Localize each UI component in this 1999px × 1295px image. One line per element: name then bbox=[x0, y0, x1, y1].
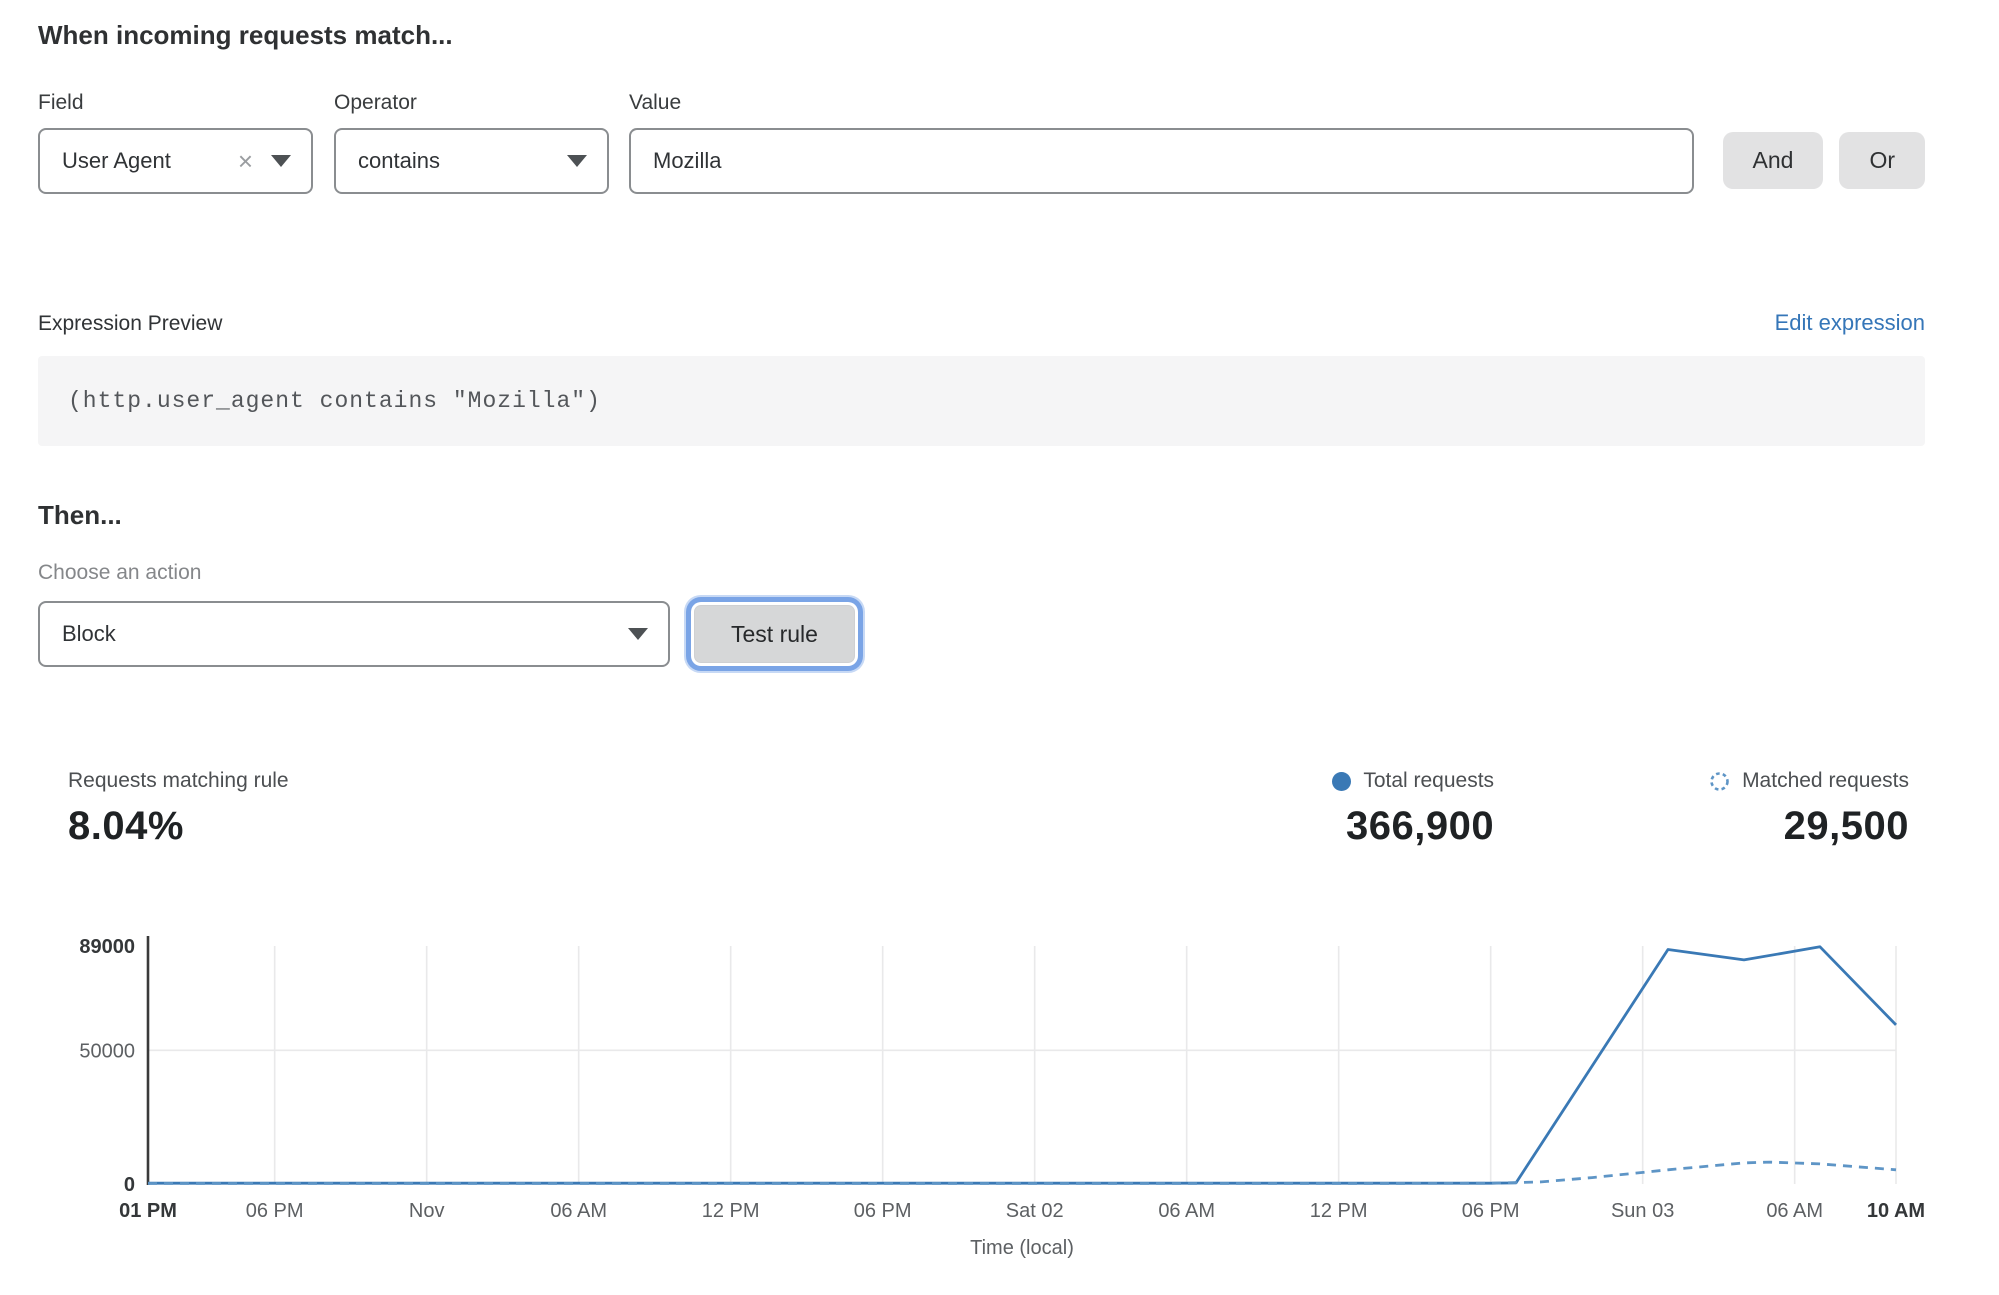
test-rule-button[interactable]: Test rule bbox=[694, 605, 855, 663]
stat-matched-label: Matched requests bbox=[1742, 769, 1909, 793]
svg-text:12 PM: 12 PM bbox=[1310, 1200, 1368, 1222]
rule-condition-row: Field User Agent × Operator contains Val… bbox=[38, 91, 1925, 194]
svg-text:Time (local): Time (local) bbox=[970, 1237, 1074, 1259]
field-select[interactable]: User Agent × bbox=[38, 128, 313, 194]
value-column: Value bbox=[629, 91, 1694, 194]
action-select-value: Block bbox=[62, 621, 116, 647]
logic-buttons: And Or bbox=[1723, 132, 1926, 189]
svg-text:0: 0 bbox=[124, 1174, 135, 1196]
or-button[interactable]: Or bbox=[1839, 132, 1925, 189]
chevron-down-icon[interactable] bbox=[271, 155, 291, 167]
expression-preview-label: Expression Preview bbox=[38, 312, 222, 336]
operator-column: Operator contains bbox=[334, 91, 609, 194]
operator-label: Operator bbox=[334, 91, 609, 115]
expression-code-box: (http.user_agent contains "Mozilla") bbox=[38, 356, 1925, 446]
stat-matching-label: Requests matching rule bbox=[68, 769, 1332, 793]
section-heading-then: Then... bbox=[38, 500, 1925, 531]
stat-total-value: 366,900 bbox=[1332, 804, 1494, 849]
svg-text:06 PM: 06 PM bbox=[854, 1200, 912, 1222]
svg-text:10 AM: 10 AM bbox=[1867, 1200, 1925, 1222]
firewall-rule-editor: When incoming requests match... Field Us… bbox=[0, 0, 1999, 1279]
clear-field-icon[interactable]: × bbox=[238, 148, 253, 174]
value-label: Value bbox=[629, 91, 1694, 115]
choose-action-label: Choose an action bbox=[38, 561, 1925, 585]
chevron-down-icon[interactable] bbox=[628, 628, 648, 640]
and-button[interactable]: And bbox=[1723, 132, 1824, 189]
chevron-down-icon[interactable] bbox=[567, 155, 587, 167]
section-heading-match: When incoming requests match... bbox=[38, 20, 1925, 51]
expression-code: (http.user_agent contains "Mozilla") bbox=[68, 388, 601, 414]
operator-select[interactable]: contains bbox=[334, 128, 609, 194]
expression-preview-header: Expression Preview Edit expression bbox=[38, 310, 1925, 336]
stat-total-requests: Total requests 366,900 bbox=[1332, 769, 1494, 849]
value-input[interactable] bbox=[629, 128, 1694, 194]
requests-chart-container: 0 50000 89000 01 PM 06 PM Nov 06 AM 12 PM 06 PM S… bbox=[0, 924, 1999, 1279]
svg-text:01 PM: 01 PM bbox=[119, 1200, 177, 1222]
svg-text:06 PM: 06 PM bbox=[1462, 1200, 1520, 1222]
stat-matched-requests: Matched requests 29,500 bbox=[1709, 769, 1909, 849]
field-column: Field User Agent × bbox=[38, 91, 313, 194]
svg-text:06 PM: 06 PM bbox=[246, 1200, 304, 1222]
stat-matching-value: 8.04% bbox=[68, 804, 1332, 849]
requests-time-series-chart: 0 50000 89000 01 PM 06 PM Nov 06 AM 12 PM 06 PM S… bbox=[0, 924, 1999, 1279]
action-select[interactable]: Block bbox=[38, 601, 670, 667]
svg-text:06 AM: 06 AM bbox=[1766, 1200, 1823, 1222]
field-label: Field bbox=[38, 91, 313, 115]
svg-text:06 AM: 06 AM bbox=[1158, 1200, 1215, 1222]
svg-text:12 PM: 12 PM bbox=[702, 1200, 760, 1222]
stat-matching-rule: Requests matching rule 8.04% bbox=[68, 769, 1332, 849]
action-row: Block Test rule bbox=[38, 601, 1925, 667]
operator-select-value: contains bbox=[358, 148, 440, 174]
total-requests-legend-dot-icon bbox=[1332, 772, 1351, 791]
stat-matched-value: 29,500 bbox=[1709, 804, 1909, 849]
svg-text:Sat 02: Sat 02 bbox=[1006, 1200, 1064, 1222]
svg-text:89000: 89000 bbox=[79, 936, 135, 958]
stat-total-label: Total requests bbox=[1363, 769, 1494, 793]
svg-text:Sun 03: Sun 03 bbox=[1611, 1200, 1674, 1222]
edit-expression-link[interactable]: Edit expression bbox=[1775, 310, 1925, 336]
svg-text:06 AM: 06 AM bbox=[550, 1200, 607, 1222]
svg-text:50000: 50000 bbox=[79, 1040, 135, 1062]
matched-requests-legend-dashed-circle-icon bbox=[1709, 771, 1730, 792]
field-select-value: User Agent bbox=[62, 148, 171, 174]
svg-text:Nov: Nov bbox=[409, 1200, 445, 1222]
stats-row: Requests matching rule 8.04% Total reque… bbox=[38, 769, 1925, 849]
